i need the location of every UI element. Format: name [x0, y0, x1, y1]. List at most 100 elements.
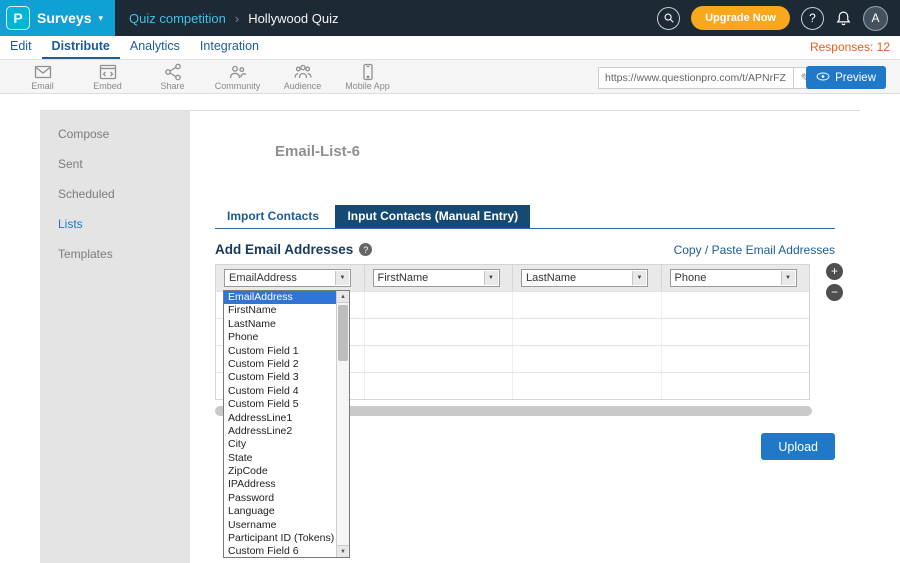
- select-arrow-icon: ▼: [781, 271, 795, 285]
- table-cell[interactable]: [662, 373, 810, 399]
- sidebar-item-lists[interactable]: Lists: [40, 209, 190, 239]
- dropdown-option[interactable]: Password: [224, 492, 336, 505]
- table-cell[interactable]: [513, 373, 662, 399]
- sidebar-item-templates[interactable]: Templates: [40, 239, 190, 269]
- column-select-phone[interactable]: Phone▼: [670, 269, 797, 287]
- dropdown-option[interactable]: IPAddress: [224, 478, 336, 491]
- table-cell[interactable]: [365, 346, 514, 372]
- product-switcher[interactable]: P Surveys ▾: [0, 0, 115, 36]
- logo-letter: P: [13, 10, 22, 26]
- table-cell[interactable]: [513, 292, 662, 318]
- dropdown-option[interactable]: Participant ID (Tokens): [224, 532, 336, 545]
- dropdown-option[interactable]: ZipCode: [224, 465, 336, 478]
- questionpro-logo: P: [6, 6, 30, 30]
- upload-button[interactable]: Upload: [761, 433, 835, 460]
- contacts-tabs: Import Contacts Input Contacts (Manual E…: [215, 205, 835, 229]
- table-cell[interactable]: [513, 319, 662, 345]
- breadcrumb-separator-icon: ›: [235, 11, 239, 26]
- select-arrow-icon: ▼: [632, 271, 646, 285]
- table-cell[interactable]: [662, 346, 810, 372]
- tab-input-contacts-manual[interactable]: Input Contacts (Manual Entry): [335, 205, 530, 228]
- grid-header-row: EmailAddress▼ FirstName▼ LastName▼ Phone…: [216, 265, 809, 291]
- scroll-up-icon[interactable]: ▲: [337, 291, 349, 303]
- avatar[interactable]: A: [863, 6, 888, 31]
- mobile-app-icon: [358, 62, 378, 82]
- toolbar-item-embed[interactable]: Embed: [75, 62, 140, 91]
- survey-url-input[interactable]: [598, 67, 794, 89]
- dropdown-option[interactable]: Custom Field 5: [224, 398, 336, 411]
- remove-row-button[interactable]: −: [826, 284, 843, 301]
- table-cell[interactable]: [513, 346, 662, 372]
- add-emails-header: Add Email Addresses ? Copy / Paste Email…: [215, 242, 835, 257]
- topbar: P Surveys ▾ Quiz competition › Hollywood…: [0, 0, 900, 36]
- nav-distribute[interactable]: Distribute: [42, 36, 120, 59]
- dropdown-option[interactable]: LastName: [224, 318, 336, 331]
- grid-header-cell: FirstName▼: [365, 265, 514, 291]
- dropdown-option[interactable]: Custom Field 1: [224, 345, 336, 358]
- dropdown-option[interactable]: State: [224, 452, 336, 465]
- audience-icon: [293, 62, 313, 82]
- dropdown-option[interactable]: City: [224, 438, 336, 451]
- topbar-actions: Upgrade Now ? A: [657, 6, 900, 31]
- column-select-lastname[interactable]: LastName▼: [521, 269, 648, 287]
- dropdown-option[interactable]: Custom Field 2: [224, 358, 336, 371]
- section-help-icon[interactable]: ?: [359, 243, 372, 256]
- copy-paste-link[interactable]: Copy / Paste Email Addresses: [674, 243, 835, 257]
- add-row-button[interactable]: +: [826, 263, 843, 280]
- dropdown-option[interactable]: FirstName: [224, 304, 336, 317]
- survey-url-group: ✎: [598, 67, 818, 89]
- dropdown-option[interactable]: Custom Field 4: [224, 385, 336, 398]
- nav-analytics[interactable]: Analytics: [120, 36, 190, 59]
- share-icon: [163, 62, 183, 82]
- distribute-toolbar: Email Embed Share Community Audience Mob…: [0, 59, 900, 94]
- dropdown-option[interactable]: Language: [224, 505, 336, 518]
- dropdown-option[interactable]: Username: [224, 519, 336, 532]
- toolbar-item-share[interactable]: Share: [140, 62, 205, 91]
- dropdown-scrollbar[interactable]: ▲ ▼: [336, 291, 349, 557]
- grid-header-cell: Phone▼: [662, 265, 810, 291]
- dropdown-option[interactable]: Custom Field 6: [224, 545, 336, 557]
- email-field-dropdown: EmailAddressFirstNameLastNamePhoneCustom…: [223, 290, 350, 558]
- tab-import-contacts[interactable]: Import Contacts: [215, 205, 331, 228]
- column-select-email[interactable]: EmailAddress▼: [224, 269, 351, 287]
- table-cell[interactable]: [662, 319, 810, 345]
- select-arrow-icon: ▼: [484, 271, 498, 285]
- community-icon: [228, 62, 248, 82]
- breadcrumb-parent-link[interactable]: Quiz competition: [129, 11, 226, 26]
- search-icon[interactable]: [657, 7, 680, 30]
- app-window: P Surveys ▾ Quiz competition › Hollywood…: [0, 0, 900, 563]
- table-cell[interactable]: [662, 292, 810, 318]
- email-icon: [33, 62, 53, 82]
- scroll-down-icon[interactable]: ▼: [337, 545, 349, 557]
- dropdown-option-list: EmailAddressFirstNameLastNamePhoneCustom…: [224, 291, 336, 557]
- dropdown-option[interactable]: AddressLine1: [224, 412, 336, 425]
- table-cell[interactable]: [365, 292, 514, 318]
- toolbar-item-email[interactable]: Email: [10, 62, 75, 91]
- workspace-panel: Compose Sent Scheduled Lists Templates E…: [40, 110, 860, 563]
- column-select-firstname[interactable]: FirstName▼: [373, 269, 500, 287]
- sidebar-item-scheduled[interactable]: Scheduled: [40, 179, 190, 209]
- table-cell[interactable]: [365, 373, 514, 399]
- table-cell[interactable]: [365, 319, 514, 345]
- dropdown-option[interactable]: Phone: [224, 331, 336, 344]
- product-name: Surveys: [37, 10, 91, 26]
- sidebar-item-sent[interactable]: Sent: [40, 149, 190, 179]
- toolbar-item-audience[interactable]: Audience: [270, 62, 335, 91]
- dropdown-option[interactable]: AddressLine2: [224, 425, 336, 438]
- dropdown-option[interactable]: Custom Field 3: [224, 371, 336, 384]
- section-title: Add Email Addresses: [215, 242, 353, 257]
- toolbar-item-community[interactable]: Community: [205, 62, 270, 91]
- preview-button[interactable]: Preview: [806, 66, 886, 89]
- chevron-down-icon: ▾: [98, 13, 103, 24]
- sidebar-item-compose[interactable]: Compose: [40, 119, 190, 149]
- responses-count: Responses: 12: [800, 36, 900, 59]
- nav-integration[interactable]: Integration: [190, 36, 269, 59]
- notifications-bell-icon[interactable]: [835, 10, 852, 27]
- help-icon[interactable]: ?: [801, 7, 824, 30]
- upgrade-now-button[interactable]: Upgrade Now: [691, 6, 790, 30]
- dropdown-option[interactable]: EmailAddress: [224, 291, 336, 304]
- nav-edit[interactable]: Edit: [0, 36, 42, 59]
- scrollbar-thumb[interactable]: [338, 305, 348, 361]
- toolbar-item-mobile-app[interactable]: Mobile App: [335, 62, 400, 91]
- grid-header-cell: LastName▼: [513, 265, 662, 291]
